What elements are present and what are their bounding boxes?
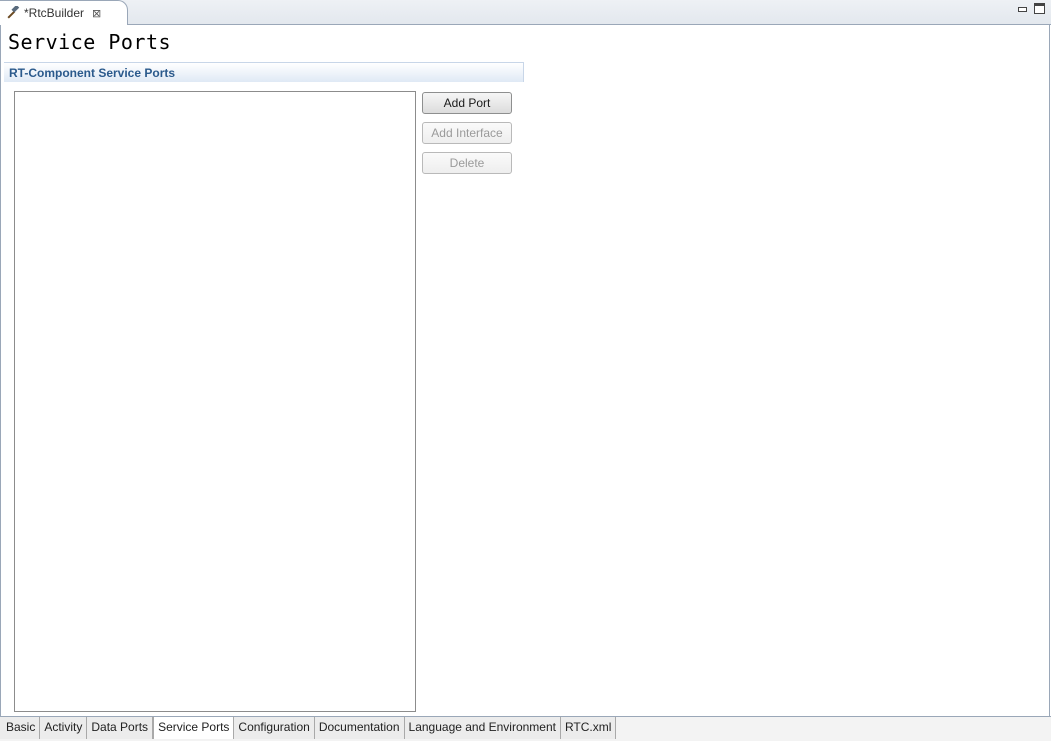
page-title: Service Ports bbox=[8, 30, 172, 54]
tab-data-ports[interactable]: Data Ports bbox=[87, 717, 154, 739]
minimize-icon[interactable] bbox=[1017, 3, 1028, 14]
add-port-button[interactable]: Add Port bbox=[422, 92, 512, 114]
tab-configuration[interactable]: Configuration bbox=[234, 717, 315, 739]
maximize-icon[interactable] bbox=[1034, 3, 1045, 14]
add-interface-button[interactable]: Add Interface bbox=[422, 122, 512, 144]
editor-tab-title: *RtcBuilder bbox=[24, 6, 85, 20]
tab-rtc-xml[interactable]: RTC.xml bbox=[560, 717, 617, 739]
editor-tab-rtcbuilder[interactable]: *RtcBuilder ⊠ bbox=[0, 0, 128, 25]
tab-activity[interactable]: Activity bbox=[40, 717, 88, 739]
tab-language-and-environment[interactable]: Language and Environment bbox=[404, 717, 561, 739]
page-tabs: Basic Activity Data Ports Service Ports … bbox=[0, 716, 1051, 741]
section-header: RT-Component Service Ports bbox=[4, 62, 524, 82]
tab-service-ports[interactable]: Service Ports bbox=[153, 717, 235, 739]
window-controls bbox=[1017, 3, 1045, 14]
delete-button[interactable]: Delete bbox=[422, 152, 512, 174]
hammer-icon bbox=[6, 4, 20, 20]
service-ports-list[interactable] bbox=[14, 91, 416, 712]
editor-tab-strip: *RtcBuilder ⊠ bbox=[0, 0, 1051, 25]
tab-basic[interactable]: Basic bbox=[0, 717, 41, 739]
close-icon[interactable]: ⊠ bbox=[92, 7, 101, 20]
tab-documentation[interactable]: Documentation bbox=[314, 717, 405, 739]
